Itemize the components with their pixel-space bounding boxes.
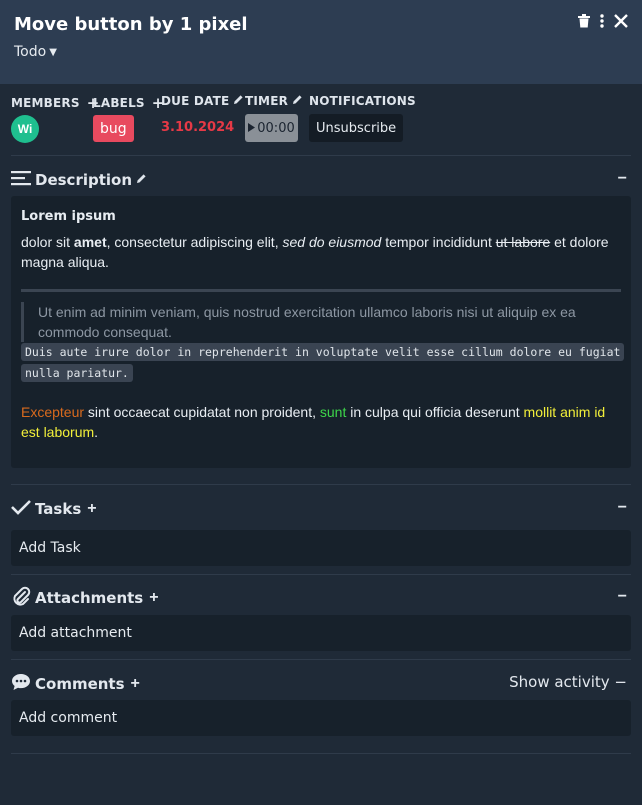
pencil-icon[interactable]	[233, 94, 244, 108]
description-colored-paragraph: Excepteur sint occaecat cupidatat non pr…	[21, 404, 606, 440]
add-task-icon[interactable]: +	[87, 500, 96, 518]
add-attachment-icon[interactable]: +	[149, 589, 158, 607]
due-date-value[interactable]: 3.10.2024	[161, 120, 234, 135]
play-icon	[248, 121, 256, 136]
label-chip-bug[interactable]: bug	[93, 115, 134, 142]
add-task-button[interactable]: Add Task	[11, 530, 631, 566]
divider	[11, 659, 631, 660]
horizontal-rule	[21, 289, 621, 292]
pencil-icon[interactable]	[136, 171, 147, 189]
timer-button[interactable]: 00:00	[245, 114, 298, 142]
due-date-label: DUE DATE	[161, 94, 244, 108]
description-title: Description	[35, 171, 133, 189]
add-comment-button[interactable]: Add comment	[11, 700, 631, 736]
add-attachment-button[interactable]: Add attachment	[11, 615, 631, 651]
blockquote: Ut enim ad minim veniam, quis nostrud ex…	[21, 302, 621, 342]
list-selector[interactable]: Todo ▼	[14, 44, 57, 60]
collapse-tasks-button[interactable]: −	[618, 499, 627, 517]
labels-label: LABELS +	[93, 94, 165, 112]
description-heading: Lorem ipsum	[21, 209, 116, 224]
caret-down-icon: ▼	[49, 47, 57, 58]
add-comment-icon[interactable]: +	[131, 675, 140, 693]
card-header: Move button by 1 pixel Todo ▼	[0, 0, 642, 84]
code-block: Duis aute irure dolor in reprehenderit i…	[21, 342, 625, 384]
notifications-label: NOTIFICATIONS	[309, 94, 416, 108]
divider	[11, 484, 631, 485]
divider	[11, 753, 631, 754]
timer-value: 00:00	[257, 120, 295, 136]
paperclip-icon	[11, 586, 31, 611]
description-paragraph: dolor sit amet, consectetur adipiscing e…	[21, 234, 609, 270]
attachments-header: Attachments + −	[11, 586, 631, 610]
description-header: Description −	[11, 168, 631, 192]
members-label: MEMBERS +	[11, 94, 100, 112]
checkmark-icon	[11, 499, 31, 520]
description-content[interactable]: Lorem ipsum dolor sit amet, consectetur …	[11, 196, 631, 468]
tasks-title: Tasks	[35, 500, 82, 518]
comment-icon	[11, 673, 31, 696]
comments-header: Comments + Show activity −	[11, 672, 631, 696]
header-actions	[578, 14, 628, 28]
list-name: Todo	[14, 44, 47, 60]
attachments-title: Attachments	[35, 589, 144, 607]
tasks-header: Tasks + −	[11, 497, 631, 521]
description-icon	[11, 170, 31, 191]
divider	[11, 574, 631, 575]
avatar[interactable]: Wi	[11, 115, 39, 143]
show-activity-button[interactable]: Show activity −	[509, 673, 627, 691]
comments-title: Comments	[35, 675, 125, 693]
unsubscribe-button[interactable]: Unsubscribe	[309, 114, 404, 142]
collapse-attachments-button[interactable]: −	[618, 588, 627, 606]
close-icon[interactable]	[614, 14, 628, 28]
pencil-icon[interactable]	[292, 94, 303, 108]
card-title[interactable]: Move button by 1 pixel	[14, 14, 248, 35]
trash-icon[interactable]	[578, 14, 590, 28]
more-vertical-icon[interactable]	[600, 14, 604, 28]
timer-label: TIMER	[245, 94, 303, 108]
divider	[11, 155, 631, 156]
collapse-description-button[interactable]: −	[618, 170, 627, 188]
